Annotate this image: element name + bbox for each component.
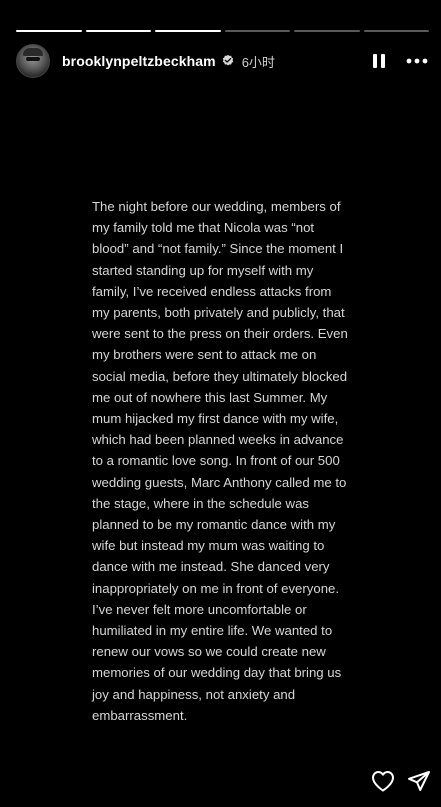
progress-segment: [363, 30, 429, 32]
story-text-content: The night before our wedding, members of…: [92, 196, 372, 726]
pause-button[interactable]: [367, 49, 391, 73]
story-timestamp: 6小时: [241, 54, 275, 70]
progress-segment: [16, 30, 82, 32]
story-progress-bar: [16, 30, 429, 32]
progress-segment: [224, 30, 290, 32]
like-button[interactable]: [369, 767, 397, 795]
send-icon: [408, 771, 430, 791]
pause-icon: [373, 54, 385, 68]
verified-badge-icon: [221, 54, 235, 68]
avatar[interactable]: [16, 44, 50, 78]
story-footer: [0, 747, 441, 807]
more-options-button[interactable]: [405, 49, 429, 73]
story-text: The night before our wedding, members of…: [92, 199, 348, 723]
username[interactable]: brooklynpeltzbeckham: [62, 53, 216, 69]
more-dots-icon: [406, 58, 428, 64]
story-header: brooklynpeltzbeckham 6小时: [16, 42, 429, 80]
progress-segment: [155, 30, 221, 32]
progress-segment: [85, 30, 151, 32]
share-button[interactable]: [405, 767, 433, 795]
progress-segment: [294, 30, 360, 32]
story-viewer: brooklynpeltzbeckham 6小时 The night befor…: [0, 0, 441, 807]
heart-icon: [372, 771, 394, 792]
